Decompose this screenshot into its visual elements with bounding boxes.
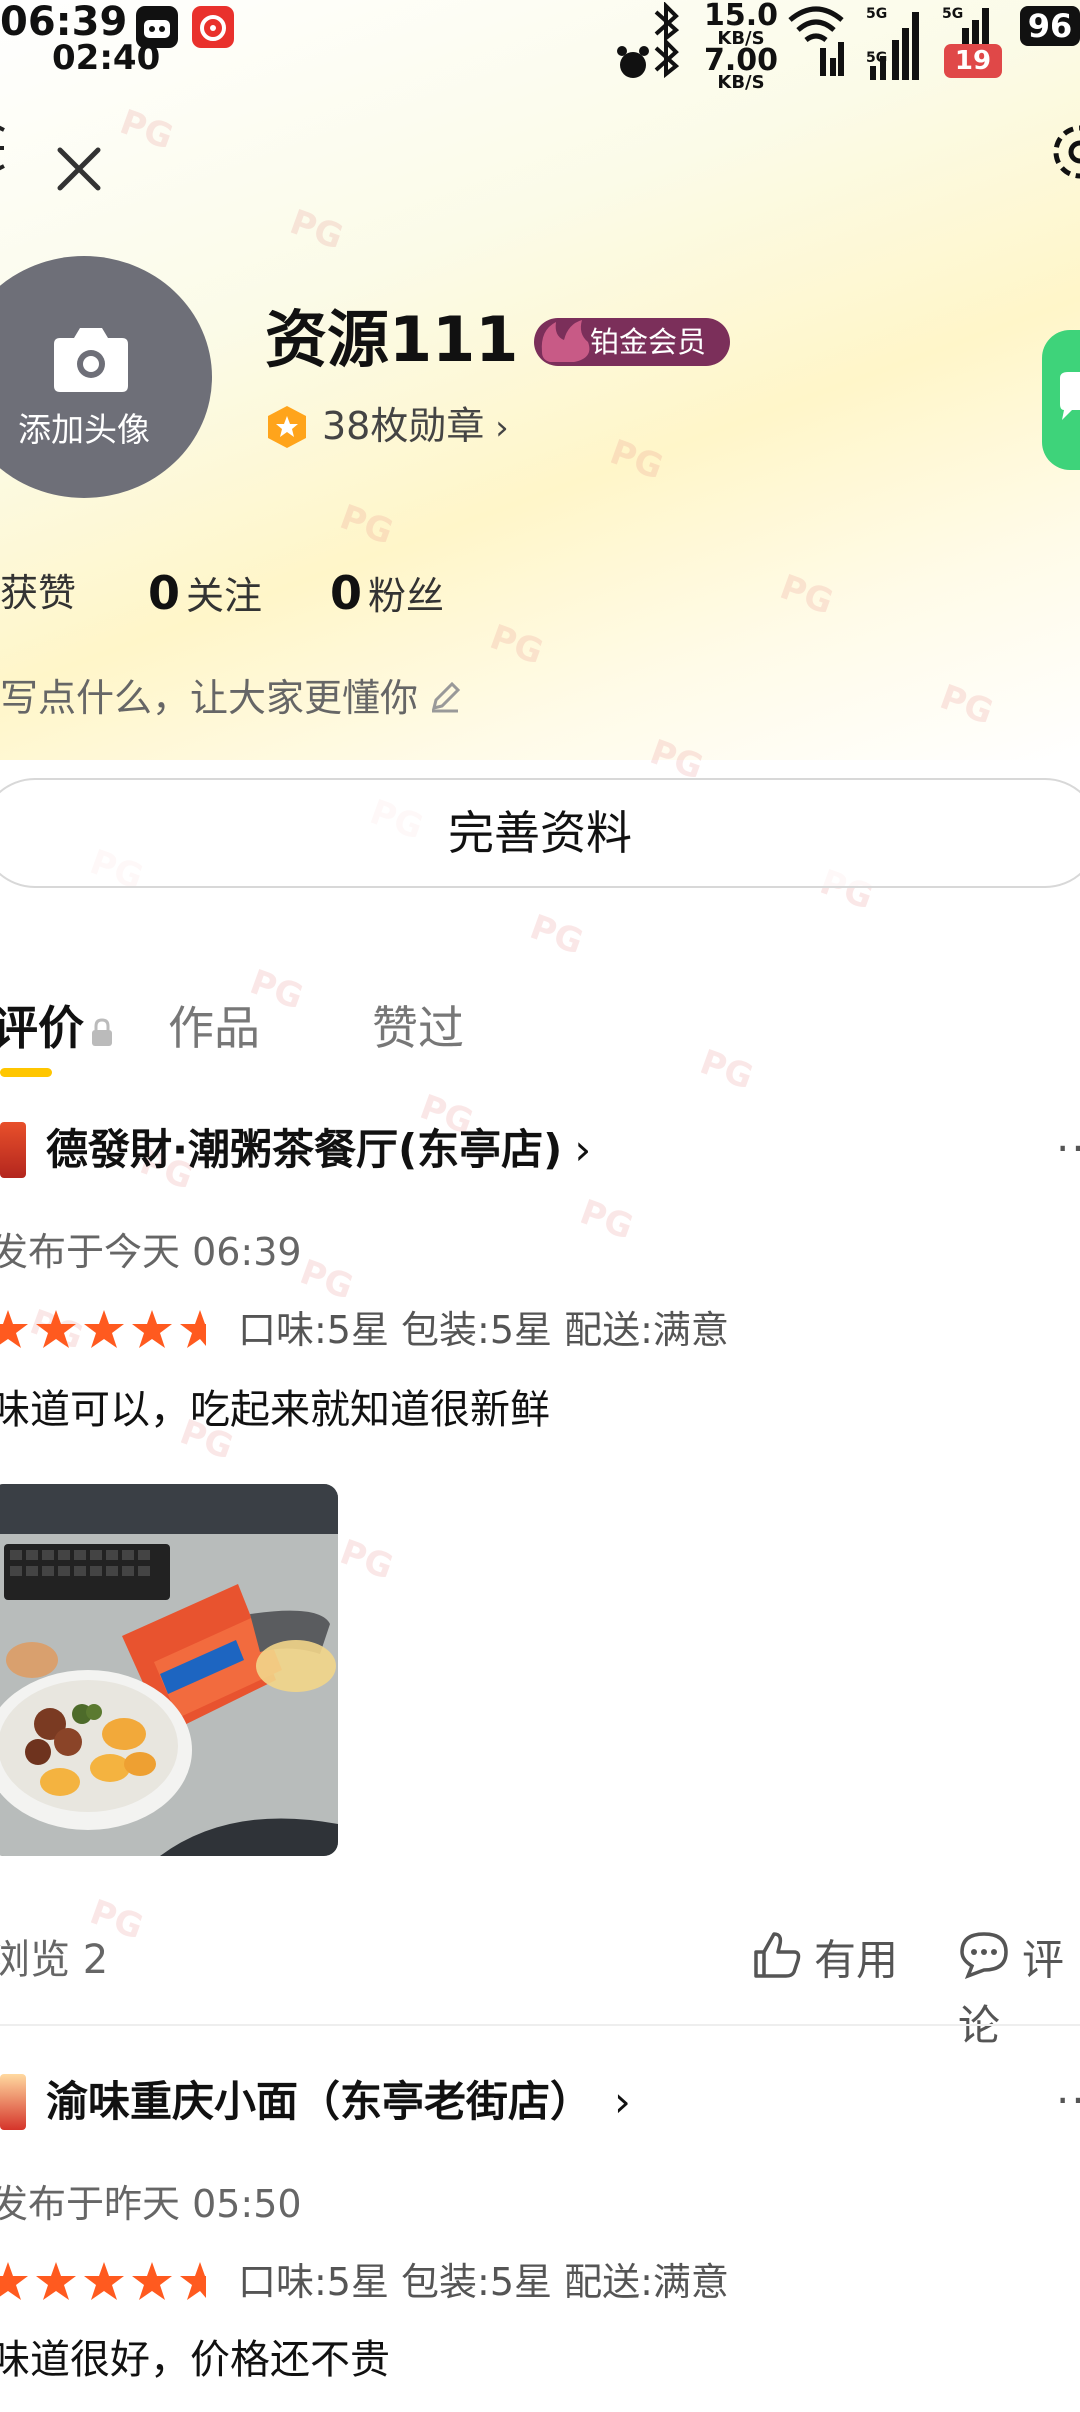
review-text: 味道可以，吃起来就知道很新鲜 [0, 1387, 550, 1433]
bio-placeholder: 写点什么，让大家更懂你 [0, 676, 419, 720]
star-rating [0, 1306, 206, 1356]
following-label: 关注 [186, 574, 263, 618]
thumbs-up-icon [752, 1930, 802, 1996]
chevron-right-icon: › [614, 2077, 631, 2126]
complete-profile-button[interactable]: 完善资料 [0, 778, 1080, 888]
lock-icon [90, 1000, 114, 1064]
shop-thumbnail[interactable] [0, 1122, 26, 1178]
wifi-icon [786, 2, 846, 82]
svg-text:5G: 5G [866, 6, 887, 22]
star-rating [0, 2258, 206, 2308]
tab-reviews[interactable]: 评价 [0, 996, 114, 1064]
watermark: PG [574, 1192, 639, 1248]
net-down-speed: 7.00 [704, 43, 779, 78]
chevron-right-icon: › [484, 408, 509, 448]
camera-icon [48, 326, 134, 398]
medal-icon [264, 404, 310, 450]
star-icon [132, 2262, 172, 2300]
watermark: PG [334, 1532, 399, 1588]
star-icon [0, 2262, 28, 2300]
star-icon [36, 2262, 76, 2300]
following-count: 0 [148, 566, 181, 620]
status-badge: 19 [944, 44, 1002, 78]
stars-svg [0, 2262, 206, 2300]
shop-thumbnail[interactable] [0, 2074, 26, 2130]
vip-crown-icon [538, 312, 596, 370]
rating-detail: 口味:5星 包装:5星 配送:满意 [238, 1308, 729, 1352]
more-options-icon[interactable]: ·· [1056, 2076, 1080, 2125]
star-icon [0, 1310, 28, 1348]
back-icon[interactable] [0, 118, 10, 182]
star-icon [84, 2262, 124, 2300]
star-icon [36, 1310, 76, 1348]
close-icon[interactable] [54, 144, 104, 198]
username: 资源111 [265, 303, 519, 376]
shop-name: 德發財·潮粥茶餐厅(东亭店) [46, 1125, 563, 1174]
tab-indicator [0, 1068, 52, 1077]
comment-button[interactable]: 评论 [958, 1930, 1080, 2056]
shop-name: 渝味重庆小面（东亭老街店） [46, 2077, 593, 2126]
view-count: 浏览 2 [0, 1937, 109, 1983]
star-icon [180, 1310, 206, 1348]
app-notification-icon [136, 6, 178, 48]
watermark: PG [294, 1252, 359, 1308]
medal-count[interactable]: 38枚勋章 › [322, 400, 509, 454]
star-icon [180, 2262, 206, 2300]
followers-label: 粉丝 [368, 574, 445, 618]
likes-label: 获赞 [0, 571, 77, 615]
watermark: PG [694, 1042, 759, 1098]
review-divider [0, 2024, 1080, 2026]
likes-stat[interactable]: 获赞 [0, 563, 76, 623]
signal-5g-icon: 5G 5G [864, 4, 926, 86]
chevron-right-icon: › [574, 1125, 592, 1174]
battery-indicator: 96 [1020, 6, 1080, 46]
followers-stat[interactable]: 0 粉丝 [330, 563, 444, 626]
bio-field[interactable]: 写点什么，让大家更懂你 [0, 668, 462, 731]
following-stat[interactable]: 0 关注 [148, 563, 262, 626]
add-avatar-label: 添加头像 [18, 410, 150, 449]
settings-icon[interactable] [1044, 118, 1080, 192]
star-icon [132, 1310, 172, 1348]
rating-detail: 口味:5星 包装:5星 配送:满意 [238, 2260, 729, 2304]
review-post-time: 发布于今天 06:39 [0, 1230, 302, 1274]
tab-works[interactable]: 作品 [168, 996, 260, 1060]
review-post-time: 发布于昨天 05:50 [0, 2182, 302, 2226]
tab-liked[interactable]: 赞过 [372, 996, 464, 1060]
tab-reviews-label: 评价 [0, 1001, 84, 1055]
review-shop-link[interactable]: 德發財·潮粥茶餐厅(东亭店) › [46, 1120, 591, 1180]
alarm-icon [614, 44, 652, 86]
more-options-icon[interactable]: ·· [1056, 1124, 1080, 1173]
watermark: PG [524, 907, 589, 963]
stars-svg [0, 1310, 206, 1348]
review-photo[interactable] [0, 1484, 338, 1856]
followers-count: 0 [330, 566, 363, 620]
bluetooth-icon [648, 1, 684, 86]
chat-button[interactable] [1042, 330, 1080, 470]
useful-label: 有用 [814, 1935, 899, 1985]
star-icon [84, 1310, 124, 1348]
svg-text:5G: 5G [942, 6, 963, 22]
review-shop-link[interactable]: 渝味重庆小面（东亭老街店） › [46, 2072, 631, 2132]
useful-button[interactable]: 有用 [752, 1930, 898, 1996]
signal-5g-icon: 5G [940, 4, 1002, 48]
comment-icon [958, 1930, 1010, 1996]
medal-count-text: 38枚勋章 [322, 404, 485, 448]
net-up-speed: 15.0 [704, 0, 779, 33]
review-text: 味道很好，价格还不贵 [0, 2337, 390, 2383]
pencil-icon [428, 671, 462, 731]
netease-icon [192, 6, 234, 48]
